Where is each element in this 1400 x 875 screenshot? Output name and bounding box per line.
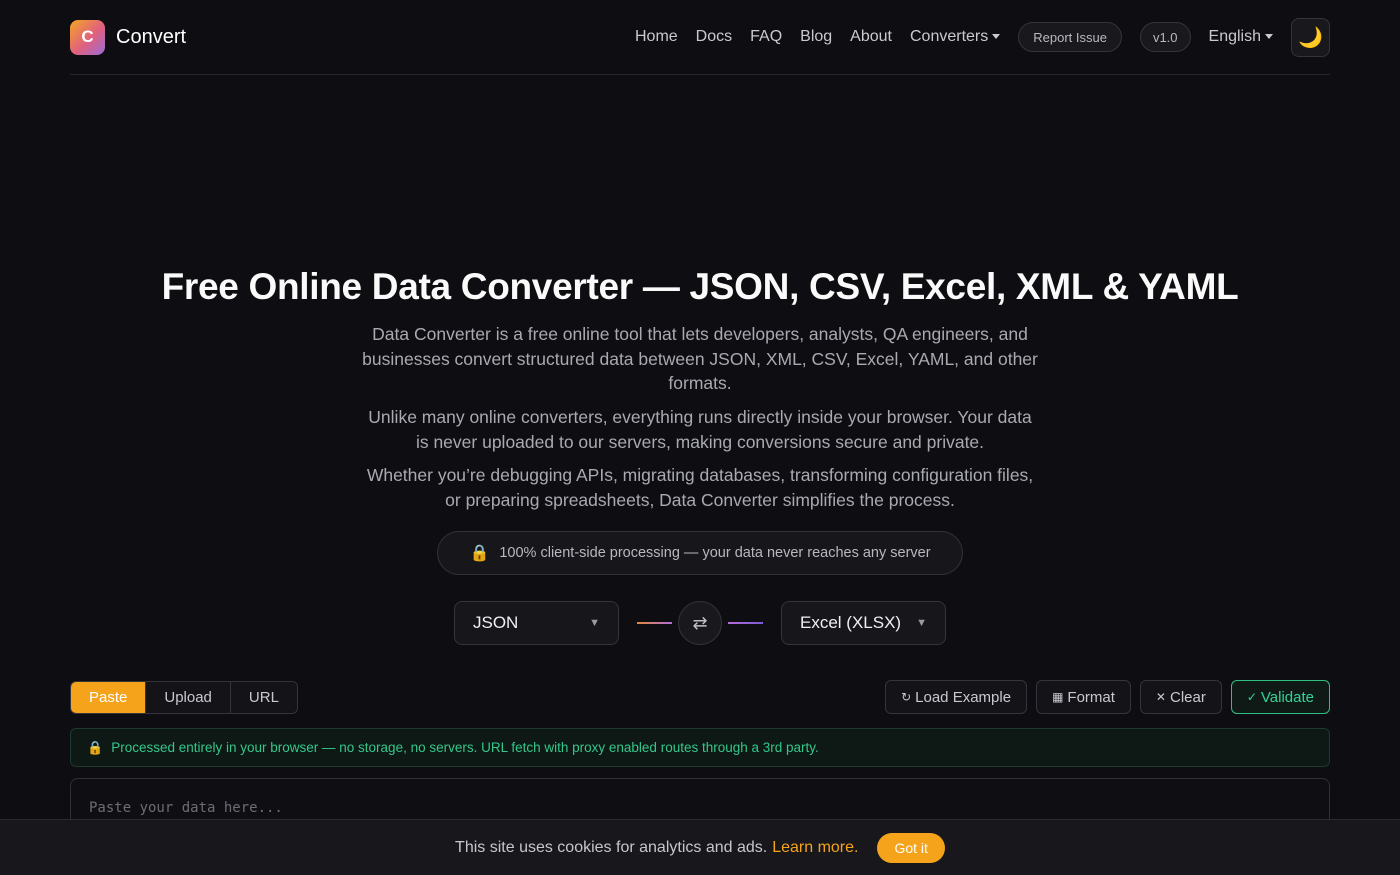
cookie-banner: This site uses cookies for analytics and… [0, 819, 1400, 875]
tab-url[interactable]: URL [229, 682, 297, 713]
editor-actions: ↻ Load Example ▦ Format ✕ Clear ✓ Validate [885, 680, 1330, 714]
load-example-label: Load Example [915, 688, 1012, 706]
accept-cookies-button[interactable]: Got it [877, 832, 945, 863]
logo-letter: C [81, 27, 94, 46]
cookie-text: This site uses cookies for analytics and… [455, 838, 768, 856]
source-format-select[interactable]: JSON ▼ [454, 601, 619, 645]
brand-name[interactable]: Convert [116, 26, 186, 49]
processing-notice: 🔒 Processed entirely in your browser — n… [70, 728, 1330, 767]
privacy-badge-text: 100% client-side processing — your data … [499, 545, 931, 561]
report-issue-button[interactable]: Report Issue [1018, 22, 1122, 52]
site-header: C Convert Home Docs FAQ Blog About Conve… [70, 0, 1330, 75]
chevron-down-icon [1265, 34, 1273, 40]
language-selector[interactable]: English [1209, 28, 1273, 46]
check-icon: ✓ [1246, 690, 1257, 704]
intro-paragraph: Data Converter is a free online tool tha… [362, 324, 1038, 393]
chevron-down-icon: ▼ [589, 617, 600, 629]
swap-icon: ⇄ [692, 612, 708, 633]
converters-label: Converters [909, 28, 989, 45]
use-cases-paragraph: Whether you’re debugging APIs, migrating… [366, 465, 1034, 510]
clear-label: Clear [1169, 688, 1206, 706]
nav-docs[interactable]: Docs [696, 28, 732, 46]
learn-more-link[interactable]: Learn more. [772, 839, 858, 857]
nav-converters-dropdown[interactable]: Converters [909, 28, 1001, 46]
nav-blog[interactable]: Blog [800, 28, 832, 46]
moon-icon: 🌙 [1298, 26, 1323, 49]
privacy-paragraph: Unlike many online converters, everythin… [368, 407, 1032, 452]
nav-home[interactable]: Home [635, 28, 678, 46]
lock-icon: 🔒 [469, 545, 490, 562]
load-example-button[interactable]: ↻ Load Example [885, 680, 1028, 714]
format-label: Format [1067, 688, 1115, 706]
theme-toggle-button[interactable]: 🌙 [1291, 17, 1330, 57]
chevron-down-icon: ▼ [916, 617, 927, 629]
connector-line [728, 622, 763, 624]
clear-button[interactable]: ✕ Clear [1139, 680, 1222, 714]
source-format-value: JSON [473, 613, 519, 632]
tab-upload[interactable]: Upload [145, 682, 230, 713]
input-mode-tabs: Paste Upload URL [70, 681, 298, 714]
validate-label: Validate [1260, 688, 1314, 706]
privacy-badge: 🔒 100% client-side processing — your dat… [437, 531, 963, 575]
target-format-select[interactable]: Excel (XLSX) ▼ [781, 601, 946, 645]
format-button[interactable]: ▦ Format [1036, 680, 1131, 714]
editor-placeholder: Paste your data here... [89, 800, 283, 816]
version-badge: v1.0 [1139, 22, 1191, 52]
logo-icon[interactable]: C [70, 19, 105, 55]
connector-line [637, 622, 672, 624]
chevron-down-icon [992, 34, 1001, 40]
swap-formats-button[interactable]: ⇄ [678, 601, 722, 645]
processing-notice-text: Processed entirely in your browser — no … [111, 740, 819, 755]
close-icon: ✕ [1155, 690, 1166, 704]
format-icon: ▦ [1052, 690, 1064, 704]
main-nav: Home Docs FAQ Blog About Converters Repo… [635, 0, 1330, 74]
nav-about[interactable]: About [850, 28, 892, 46]
validate-button[interactable]: ✓ Validate [1230, 680, 1330, 714]
page-title: Free Online Data Converter — JSON, CSV, … [161, 266, 1239, 307]
language-label: English [1208, 28, 1261, 45]
nav-faq[interactable]: FAQ [750, 28, 782, 46]
reload-icon: ↻ [901, 690, 912, 704]
target-format-value: Excel (XLSX) [800, 613, 902, 632]
lock-icon: 🔒 [87, 739, 104, 755]
tab-paste[interactable]: Paste [71, 682, 146, 713]
